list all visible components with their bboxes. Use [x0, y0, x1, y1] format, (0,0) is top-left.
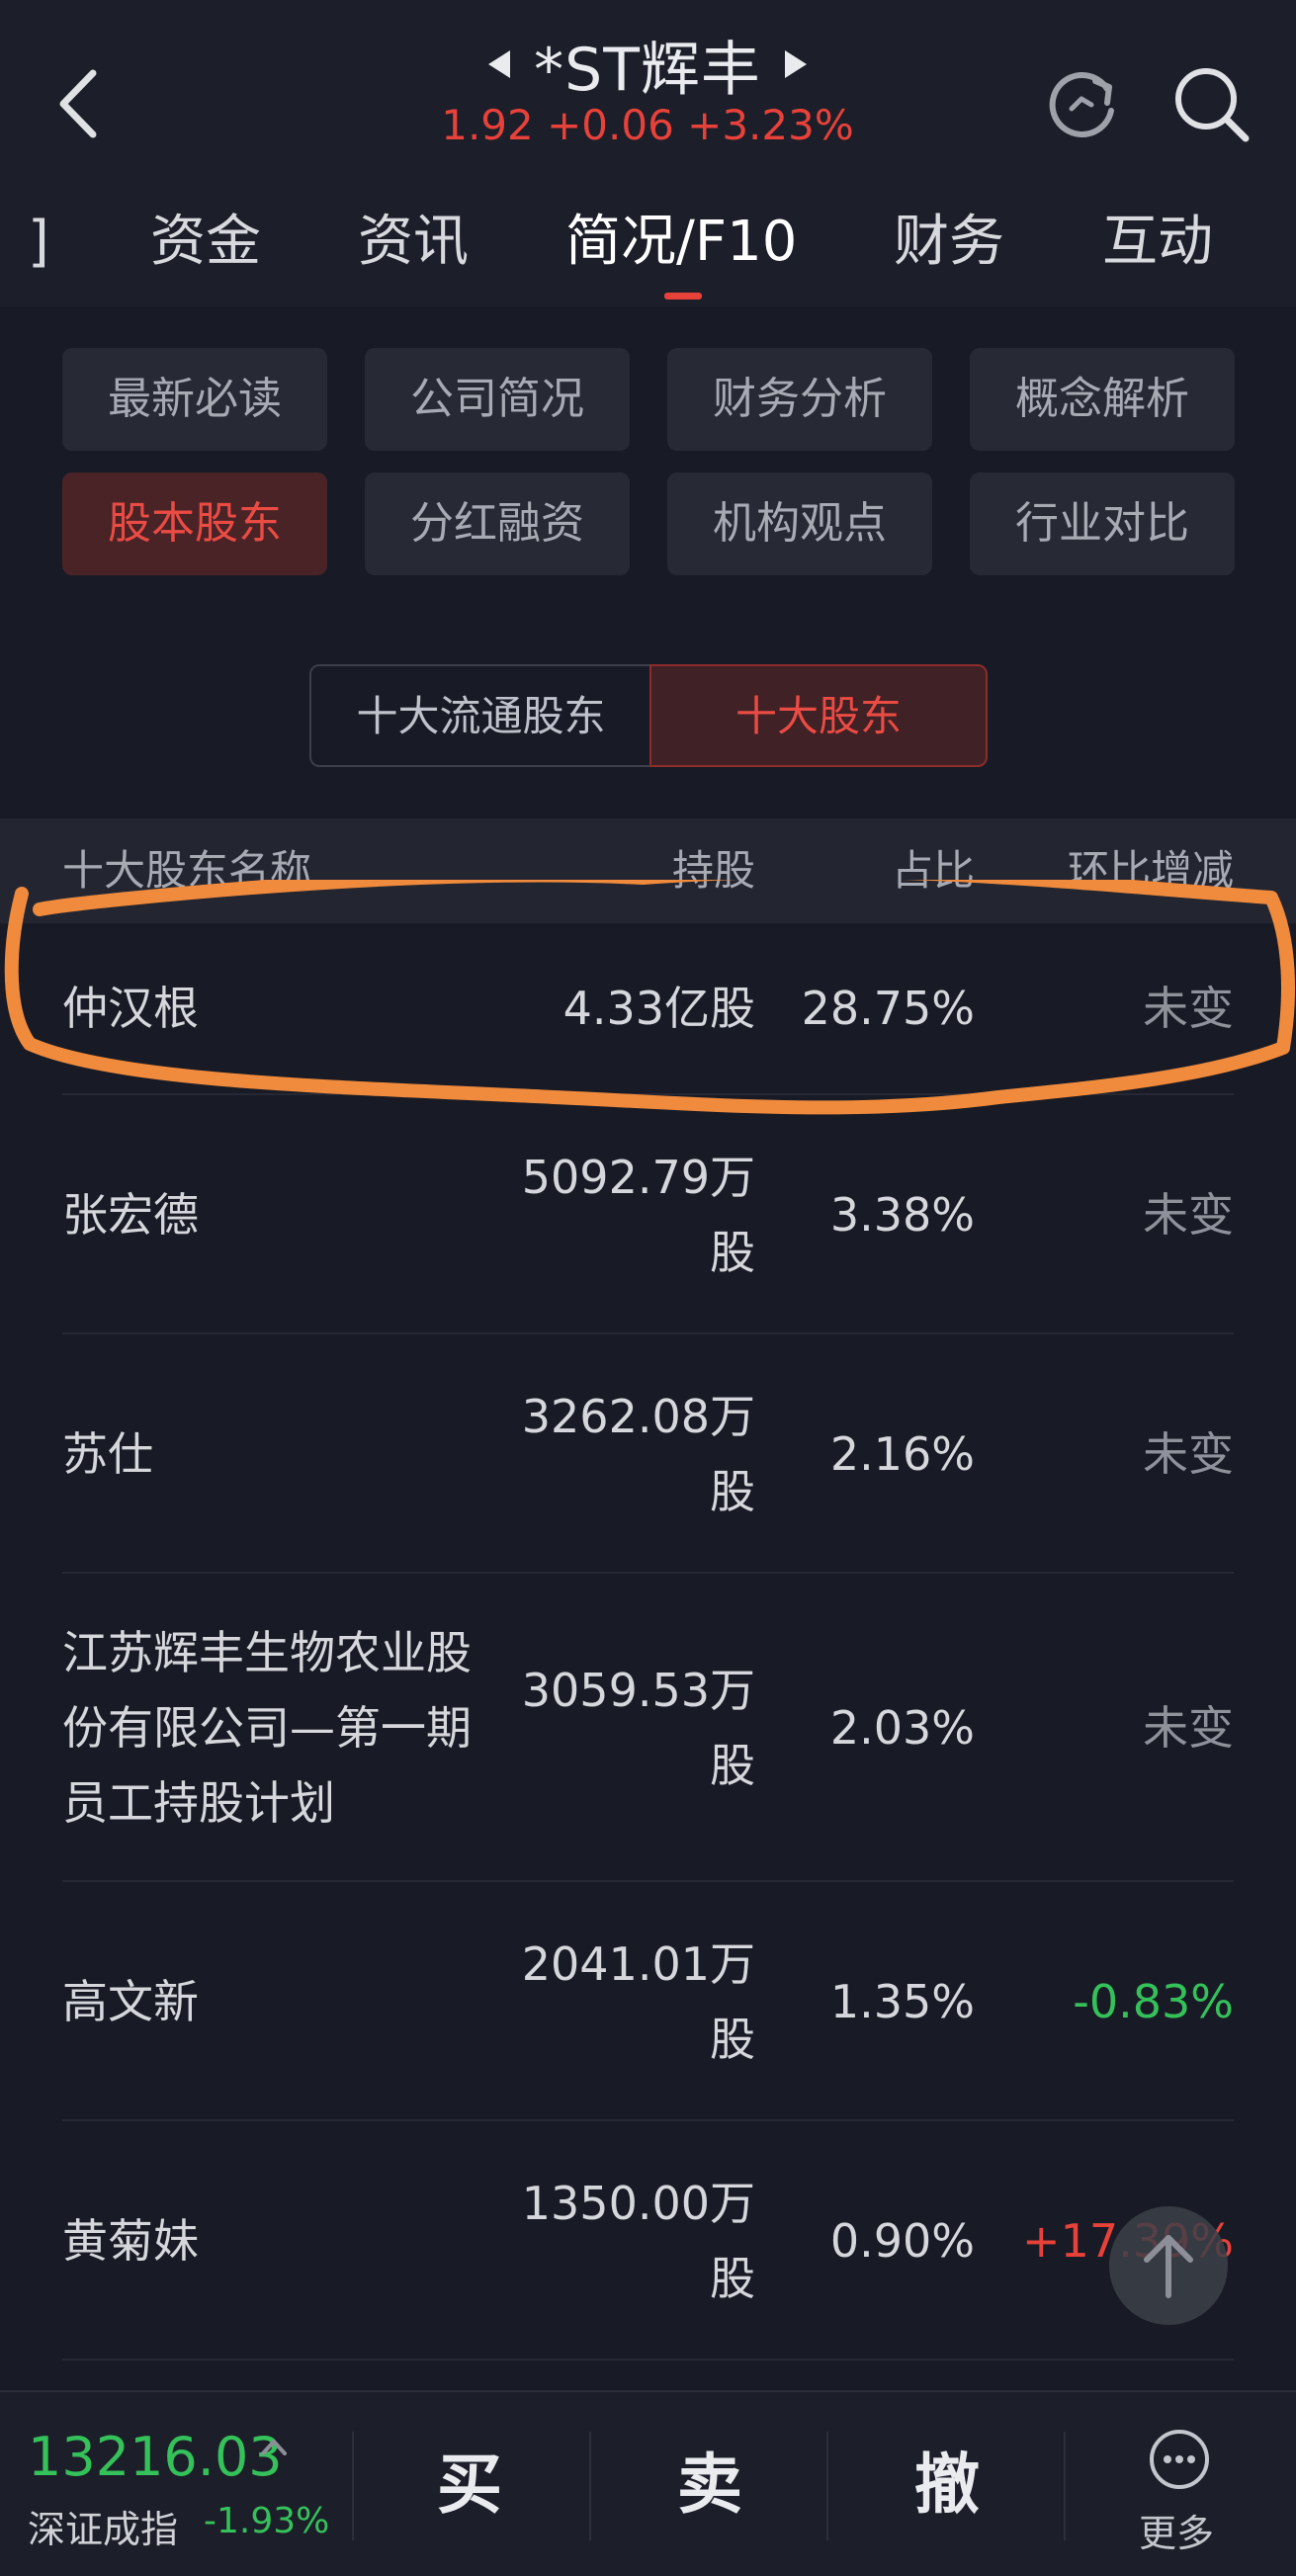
header-ratio: 占比 [891, 846, 975, 895]
holder-ratio: 28.75% [801, 982, 975, 1035]
tab-f10[interactable]: 简况/F10 [565, 198, 797, 306]
search-icon[interactable] [1166, 59, 1255, 148]
table-header: 十大股东名称 持股 占比 环比增减 [0, 818, 1296, 923]
holder-shares: 4.33亿股 [562, 982, 755, 1035]
table-row[interactable]: 黄菊妹 1350.00万股 0.90% +17.39% [0, 2121, 1296, 2361]
holder-shares: 1350.00万股 [521, 2177, 755, 2305]
holder-change: -0.83% [1073, 1975, 1234, 2028]
divider [1064, 2432, 1066, 2540]
latest-must-read-button[interactable]: 最新必读 [62, 348, 327, 451]
holder-shares: 2041.01万股 [521, 1937, 755, 2066]
stock-quote: 1.92 +0.06 +3.23% [441, 101, 854, 149]
buy-button[interactable]: 买 [356, 2392, 583, 2576]
table-row[interactable]: 高文新 2041.01万股 1.35% -0.83% [0, 1882, 1296, 2121]
header-holding: 持股 [671, 846, 755, 895]
holder-ratio: 1.35% [829, 1975, 975, 2028]
holder-shares: 3059.53万股 [521, 1664, 755, 1792]
active-tab-indicator [664, 293, 702, 300]
shareholders-button[interactable]: 股本股东 [62, 472, 327, 575]
stock-title-block: *ST辉丰 1.92 +0.06 +3.23% [376, 20, 919, 150]
sell-button[interactable]: 卖 [593, 2392, 826, 2576]
table-row[interactable]: 张宏德 5092.79万股 3.38% 未变 [0, 1095, 1296, 1334]
holder-change: 未变 [1143, 1701, 1234, 1755]
arrow-up-icon [1144, 2235, 1193, 2298]
chevron-up-icon[interactable] [259, 2432, 289, 2461]
holder-name: 仲汉根 [62, 982, 199, 1035]
holder-ratio: 2.16% [829, 1427, 975, 1481]
table-row[interactable]: 江苏辉丰生物农业股份有限公司—第一期员工持股计划 3059.53万股 2.03%… [0, 1574, 1296, 1882]
company-profile-button[interactable]: 公司简况 [365, 348, 630, 451]
table-row[interactable]: 仲汉根 4.33亿股 28.75% 未变 [0, 923, 1296, 1095]
top10-float-holders-tab[interactable]: 十大流通股东 [309, 664, 650, 767]
dividend-financing-button[interactable]: 分红融资 [365, 472, 630, 575]
more-label[interactable]: 更多 [1139, 2503, 1214, 2557]
financial-analysis-button[interactable]: 财务分析 [667, 348, 932, 451]
holder-shares: 5092.79万股 [521, 1151, 755, 1279]
divider [352, 2432, 354, 2540]
row-divider [62, 2359, 1234, 2361]
tab-interaction[interactable]: 互动 [1102, 198, 1213, 306]
index-change: -1.93% [204, 2501, 330, 2541]
institution-views-button[interactable]: 机构观点 [667, 472, 932, 575]
holder-change: 未变 [1143, 1427, 1234, 1481]
more-icon[interactable] [1148, 2428, 1211, 2491]
holder-ratio: 3.38% [829, 1188, 975, 1242]
prev-stock-icon[interactable] [488, 50, 511, 78]
concept-analysis-button[interactable]: 概念解析 [970, 348, 1235, 451]
tab-partial[interactable]: ] [28, 198, 49, 306]
holder-change: 未变 [1143, 1188, 1234, 1242]
divider [826, 2432, 828, 2540]
holder-name: 高文新 [62, 1975, 199, 2028]
refresh-icon[interactable] [1038, 59, 1127, 148]
divider [589, 2432, 591, 2540]
holder-name: 黄菊妹 [62, 2214, 199, 2268]
header-change: 环比增减 [1067, 846, 1234, 895]
tab-funds[interactable]: 资金 [150, 198, 261, 306]
holder-name: 苏仕 [62, 1427, 153, 1481]
header-name: 十大股东名称 [62, 846, 312, 895]
next-stock-icon[interactable] [784, 50, 807, 78]
tab-bar: ] 资金 资讯 简况/F10 财务 互动 [0, 198, 1296, 306]
top10-holders-tab[interactable]: 十大股东 [649, 664, 988, 767]
holder-ratio: 0.90% [829, 2214, 975, 2268]
index-name: 深证成指 [28, 2508, 179, 2551]
holder-ratio: 2.03% [829, 1701, 975, 1755]
cancel-order-button[interactable]: 撤 [830, 2392, 1064, 2576]
holder-name: 江苏辉丰生物农业股份有限公司—第一期员工持股计划 [62, 1626, 472, 1830]
tab-news[interactable]: 资讯 [358, 198, 469, 306]
holder-change: 未变 [1143, 982, 1234, 1035]
holder-shares: 3262.08万股 [521, 1390, 755, 1518]
header: *ST辉丰 1.92 +0.06 +3.23% [0, 0, 1296, 198]
back-arrow-icon[interactable] [49, 59, 109, 148]
holder-name: 张宏德 [62, 1188, 199, 1242]
bottom-trade-bar: 13216.03 深证成指 -1.93% 买 卖 撤 更多 [0, 2390, 1296, 2576]
index-value[interactable]: 13216.03 [28, 2426, 283, 2488]
stock-title: *ST辉丰 [534, 35, 761, 105]
industry-compare-button[interactable]: 行业对比 [970, 472, 1235, 575]
tab-finance[interactable]: 财务 [894, 198, 1004, 306]
table-row[interactable]: 苏仕 3262.08万股 2.16% 未变 [0, 1334, 1296, 1574]
scroll-to-top-button[interactable] [1109, 2206, 1228, 2325]
